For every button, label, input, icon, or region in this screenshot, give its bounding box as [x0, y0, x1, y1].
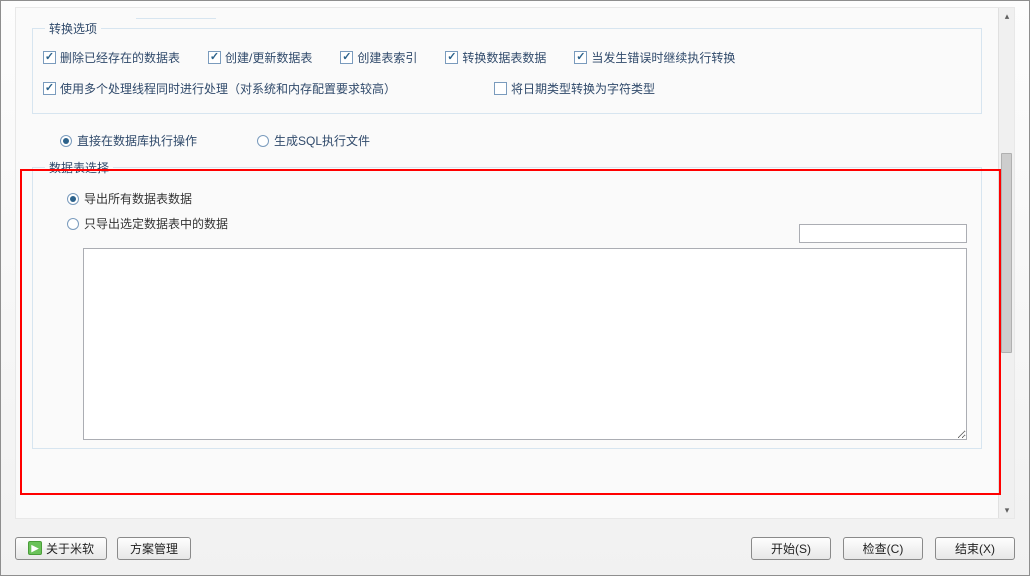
left-button-group: ▶ 关于米软 方案管理: [15, 537, 191, 560]
vertical-scrollbar[interactable]: ▴ ▾: [998, 8, 1014, 518]
checkbox-label: 删除已经存在的数据表: [60, 49, 180, 66]
right-button-group: 开始(S) 检查(C) 结束(X): [751, 537, 1015, 560]
scroll-up-arrow-icon[interactable]: ▴: [999, 8, 1015, 24]
button-label: 检查(C): [863, 540, 904, 557]
content-area: 转换选项 删除已经存在的数据表 创建/更新数据表 创建表索引: [15, 7, 1015, 519]
checkbox-icon: [43, 51, 56, 64]
radio-export-all-tables[interactable]: 导出所有数据表数据: [67, 190, 971, 207]
play-icon: ▶: [28, 541, 42, 555]
checkbox-label: 创建/更新数据表: [225, 49, 312, 66]
start-button[interactable]: 开始(S): [751, 537, 831, 560]
button-label: 关于米软: [46, 540, 94, 557]
table-select-fieldset: 数据表选择 导出所有数据表数据 只导出选定数据表中的数据: [32, 159, 982, 449]
checkbox-label: 将日期类型转换为字符类型: [511, 80, 655, 97]
convert-options-row-1: 删除已经存在的数据表 创建/更新数据表 创建表索引 转换数据表数据: [43, 49, 971, 66]
checkbox-delete-existing-tables[interactable]: 删除已经存在的数据表: [43, 49, 180, 66]
checkbox-convert-table-data[interactable]: 转换数据表数据: [445, 49, 546, 66]
radio-label: 生成SQL执行文件: [274, 132, 370, 149]
checkbox-icon: [43, 82, 56, 95]
radio-icon: [67, 218, 79, 230]
checkbox-create-update-tables[interactable]: 创建/更新数据表: [208, 49, 312, 66]
radio-icon: [67, 193, 79, 205]
radio-exec-in-db[interactable]: 直接在数据库执行操作: [60, 132, 197, 149]
checkbox-label: 转换数据表数据: [462, 49, 546, 66]
scroll-down-arrow-icon[interactable]: ▾: [999, 502, 1015, 518]
checkbox-label: 使用多个处理线程同时进行处理（对系统和内存配置要求较高）: [60, 80, 396, 97]
radio-icon: [257, 135, 269, 147]
button-label: 开始(S): [771, 540, 811, 557]
convert-options-legend: 转换选项: [45, 20, 101, 37]
radio-label: 直接在数据库执行操作: [77, 132, 197, 149]
checkbox-label: 当发生错误时继续执行转换: [591, 49, 735, 66]
convert-options-fieldset: 转换选项 删除已经存在的数据表 创建/更新数据表 创建表索引: [32, 20, 982, 114]
convert-options-row-2: 使用多个处理线程同时进行处理（对系统和内存配置要求较高） 将日期类型转换为字符类…: [43, 80, 971, 97]
button-label: 结束(X): [955, 540, 995, 557]
radio-label: 只导出选定数据表中的数据: [84, 215, 228, 232]
button-label: 方案管理: [130, 540, 178, 557]
table-select-legend: 数据表选择: [45, 159, 113, 176]
checkbox-icon: [340, 51, 353, 64]
checkbox-icon: [494, 82, 507, 95]
checkbox-icon: [574, 51, 587, 64]
radio-label: 导出所有数据表数据: [84, 190, 192, 207]
checkbox-label: 创建表索引: [357, 49, 417, 66]
top-fragment-line: [136, 18, 216, 19]
checkbox-continue-on-error[interactable]: 当发生错误时继续执行转换: [574, 49, 735, 66]
scroll-thumb[interactable]: [1001, 153, 1012, 353]
table-filter-input[interactable]: [799, 224, 967, 243]
checkbox-icon: [445, 51, 458, 64]
radio-generate-sql-file[interactable]: 生成SQL执行文件: [257, 132, 370, 149]
radio-icon: [60, 135, 72, 147]
checkbox-create-index[interactable]: 创建表索引: [340, 49, 417, 66]
check-button[interactable]: 检查(C): [843, 537, 923, 560]
checkbox-date-to-string[interactable]: 将日期类型转换为字符类型: [494, 80, 655, 97]
table-list-textarea[interactable]: [83, 248, 967, 440]
exec-mode-row: 直接在数据库执行操作 生成SQL执行文件: [60, 132, 974, 149]
dialog-window: 转换选项 删除已经存在的数据表 创建/更新数据表 创建表索引: [0, 0, 1030, 576]
end-button[interactable]: 结束(X): [935, 537, 1015, 560]
checkbox-multi-thread[interactable]: 使用多个处理线程同时进行处理（对系统和内存配置要求较高）: [43, 80, 396, 97]
checkbox-icon: [208, 51, 221, 64]
inner-content: 转换选项 删除已经存在的数据表 创建/更新数据表 创建表索引: [16, 8, 998, 518]
plan-management-button[interactable]: 方案管理: [117, 537, 191, 560]
about-button[interactable]: ▶ 关于米软: [15, 537, 107, 560]
bottom-button-bar: ▶ 关于米软 方案管理 开始(S) 检查(C) 结束(X): [15, 533, 1015, 563]
